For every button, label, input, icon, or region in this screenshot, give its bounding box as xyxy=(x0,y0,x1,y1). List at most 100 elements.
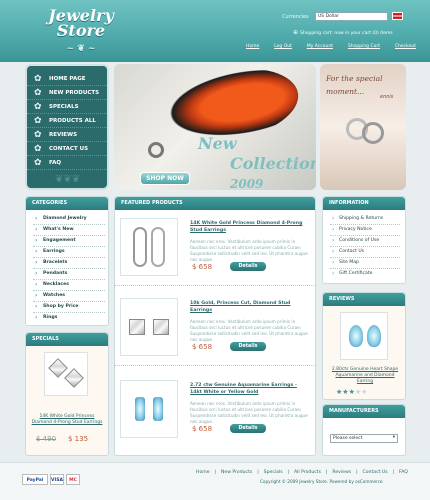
store-logo[interactable]: Jewelry Store ~ ❦ ~ xyxy=(26,8,136,58)
product-card: 10k Gold, Princess Cut, Diamond Stud Ear… xyxy=(114,290,316,366)
details-button[interactable]: Details xyxy=(230,424,266,433)
review-product-image[interactable] xyxy=(340,312,388,360)
product-title[interactable]: 14K White Gold Princess Diamond 4-Prong … xyxy=(190,220,308,234)
category-item[interactable]: Diamond Jewelry xyxy=(33,214,105,225)
product-title[interactable]: 10k Gold, Princess Cut, Diamond Stud Ear… xyxy=(190,300,308,314)
info-link[interactable]: Privacy Notice xyxy=(330,225,400,236)
cart-icon: ⊕ xyxy=(293,29,299,36)
banner-subtitle: Collection 2009 xyxy=(230,154,316,190)
product-description: Aenean nec eros. Vestibulum ante ipsum p… xyxy=(190,319,308,342)
product-price: $ 658 xyxy=(192,425,213,433)
information-title: INFORMATION xyxy=(323,197,405,210)
flower-icon: ✿ xyxy=(34,158,42,168)
info-link[interactable]: Gift Certificate xyxy=(330,269,400,280)
main-nav-reviews[interactable]: ✿ REVIEWS xyxy=(27,128,107,142)
logo-line-2: Store xyxy=(56,21,106,40)
product-title[interactable]: 2.72 ctw Genuine Aquamarine Earrings - 1… xyxy=(190,382,308,396)
top-nav: Home Log Out My Account Shopping Cart Ch… xyxy=(246,44,416,49)
nav-home[interactable]: Home xyxy=(246,44,259,49)
footer-link-new[interactable]: New Products xyxy=(221,470,252,475)
main-nav-faq[interactable]: ✿ FAQ xyxy=(27,156,107,170)
nav-cart[interactable]: Shopping Cart xyxy=(348,44,380,49)
nav-checkout[interactable]: Checkout xyxy=(395,44,416,49)
flower-icon: ✿ xyxy=(34,116,42,126)
special-product-name[interactable]: 14K White Gold Princess Diamond 4-Prong … xyxy=(30,414,104,426)
product-price: $ 658 xyxy=(192,263,213,271)
categories-title: CATEGORIES xyxy=(26,197,108,210)
language-flag-icon[interactable] xyxy=(392,12,403,20)
star-icon: ★ xyxy=(361,388,368,396)
info-link[interactable]: Site Map xyxy=(330,258,400,269)
special-old-price: $ 490 xyxy=(36,435,57,443)
main-nav-contact[interactable]: ✿ CONTACT US xyxy=(27,142,107,156)
review-product-name[interactable]: 2.80cts Genuine Heart Shape Aquamarine a… xyxy=(328,367,402,385)
main-nav-home[interactable]: ✿ HOME PAGE xyxy=(27,72,107,86)
ornament-icon: ~ ❦ ~ xyxy=(66,44,96,54)
category-item[interactable]: Bracelets xyxy=(33,258,105,269)
details-button[interactable]: Details xyxy=(230,262,266,271)
rating-stars: ★★★★★ xyxy=(336,388,367,396)
special-banner-logo: ennis xyxy=(380,94,394,100)
product-image[interactable] xyxy=(120,218,178,276)
flower-icon: ✿ xyxy=(34,74,42,84)
cart-status[interactable]: Shopping cart: now in your cart (0) item… xyxy=(300,31,393,36)
details-button[interactable]: Details xyxy=(230,342,266,351)
product-card: 14K White Gold Princess Diamond 4-Prong … xyxy=(114,210,316,286)
category-item[interactable]: Rings xyxy=(33,313,105,324)
product-description: Aenean nec eros. Vestibulum ante ipsum p… xyxy=(190,401,308,424)
manufacturer-select[interactable]: Please select ▾ xyxy=(330,434,398,443)
ornament-icon: ❦❦❦ xyxy=(55,174,81,185)
special-new-price: $ 135 xyxy=(68,435,89,443)
nav-logout[interactable]: Log Out xyxy=(274,44,292,49)
footer-nav: Home | New Products | Specials | All Produc… xyxy=(196,470,408,475)
special-product-image[interactable] xyxy=(44,352,88,396)
shop-now-button[interactable]: SHOP NOW xyxy=(140,172,190,185)
ring-image xyxy=(148,142,164,158)
manufacturers-title: MANUFACTURERS xyxy=(323,405,405,418)
flower-icon: ✿ xyxy=(34,88,42,98)
category-item[interactable]: What's New xyxy=(33,225,105,236)
category-item[interactable]: Engagement xyxy=(33,236,105,247)
banner-title: New xyxy=(198,134,237,153)
footer-link-reviews[interactable]: Reviews xyxy=(332,470,351,475)
visa-icon: VISA xyxy=(50,474,64,485)
flower-icon: ✿ xyxy=(34,130,42,140)
category-item[interactable]: Earrings xyxy=(33,247,105,258)
product-description: Aenean nec eros. Vestibulum ante ipsum p… xyxy=(190,239,308,262)
main-nav-new-products[interactable]: ✿ NEW PRODUCTS xyxy=(27,86,107,100)
category-item[interactable]: Necklaces xyxy=(33,280,105,291)
footer-link-specials[interactable]: Specials xyxy=(264,470,283,475)
main-nav-specials[interactable]: ✿ SPECIALS xyxy=(27,100,107,114)
payment-logos: PayPal VISA MC xyxy=(22,474,92,486)
product-card: 2.72 ctw Genuine Aquamarine Earrings - 1… xyxy=(114,372,316,448)
currency-select[interactable]: US Dollar xyxy=(315,12,388,21)
main-nav: ✿ HOME PAGE ✿ NEW PRODUCTS ✿ SPECIALS ✿ PROD… xyxy=(25,64,109,190)
footer-link-contact[interactable]: Contact Us xyxy=(363,470,388,475)
flower-icon: ✿ xyxy=(34,102,42,112)
footer-link-faq[interactable]: FAQ xyxy=(399,470,408,475)
footer-link-home[interactable]: Home xyxy=(196,470,210,475)
flower-icon: ✿ xyxy=(34,144,42,154)
specials-title: SPECIALS xyxy=(26,333,108,346)
footer-link-all[interactable]: All Products xyxy=(294,470,321,475)
promo-banner[interactable]: New Collection 2009 SHOP NOW xyxy=(114,64,316,190)
category-item[interactable]: Shop by Price xyxy=(33,302,105,313)
special-moment-banner[interactable]: For the special moment... ennis xyxy=(320,64,406,190)
mastercard-icon: MC xyxy=(66,474,80,485)
currency-label: Currencies xyxy=(282,14,309,20)
info-link[interactable]: Shipping & Returns xyxy=(330,214,400,225)
featured-title: FEATURED PRODUCTS xyxy=(115,197,315,210)
main-nav-products-all[interactable]: ✿ PRODUCTS ALL xyxy=(27,114,107,128)
category-item[interactable]: Pendants xyxy=(33,269,105,280)
rings-image xyxy=(342,114,392,150)
manufacturers-panel: MANUFACTURERS xyxy=(322,404,406,456)
product-price: $ 658 xyxy=(192,343,213,351)
product-image[interactable] xyxy=(120,298,178,356)
paypal-icon: PayPal xyxy=(22,474,48,485)
product-image[interactable] xyxy=(120,380,178,438)
info-link[interactable]: Contact Us xyxy=(330,247,400,258)
reviews-title: REVIEWS xyxy=(323,293,405,306)
info-link[interactable]: Conditions of Use xyxy=(330,236,400,247)
nav-account[interactable]: My Account xyxy=(307,44,333,49)
category-item[interactable]: Watches xyxy=(33,291,105,302)
